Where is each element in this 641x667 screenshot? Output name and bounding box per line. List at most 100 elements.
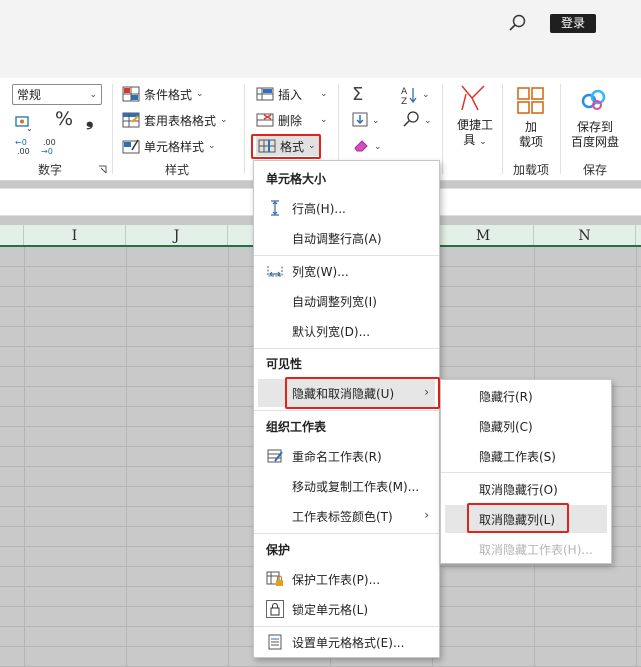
section-cell-size: 单元格大小 [266, 172, 327, 186]
chevron-down-icon: ⌄ [320, 89, 328, 99]
baidu-netdisk-icon[interactable] [580, 88, 608, 112]
addins-label-line2: 载项 [518, 135, 543, 149]
clear-button[interactable]: ⌄ [352, 136, 386, 156]
title-bar: 登录 [0, 0, 641, 78]
svg-text:⌄: ⌄ [374, 142, 382, 152]
dialog-launcher-icon[interactable] [98, 164, 108, 174]
svg-text:⌄: ⌄ [422, 90, 430, 100]
cell-styles-button[interactable]: 单元格样式 ⌄ [122, 136, 216, 156]
delete-button[interactable]: 删除 ⌄ [256, 110, 328, 130]
section-visibility: 可见性 [266, 357, 303, 371]
row-height-icon [266, 199, 284, 217]
cell-styles-label: 单元格样式 [144, 139, 205, 154]
format-button-highlight [251, 134, 321, 159]
group-label-number: 数字 [37, 163, 62, 177]
grid-line [636, 247, 637, 667]
column-header-n[interactable]: N [534, 225, 636, 245]
menu-item-format-cells[interactable]: 设置单元格格式(E)... [258, 628, 435, 656]
submenu-item-unhide-sheet: 取消隐藏工作表(H)... [445, 535, 607, 563]
chevron-right-icon: › [424, 508, 429, 522]
comma-style-button[interactable]: ❟ [86, 108, 93, 130]
menu-divider [254, 348, 439, 349]
rename-sheet-label: 重命名工作表(R) [292, 449, 382, 464]
svg-text:→0: →0 [41, 147, 53, 156]
divider [112, 84, 113, 174]
menu-item-rename-sheet[interactable]: 重命名工作表(R) [258, 442, 435, 470]
percent-button[interactable]: % [55, 108, 73, 130]
convenience-tools-icon[interactable] [458, 84, 488, 112]
search-icon[interactable] [506, 12, 530, 36]
login-button[interactable]: 登录 [550, 14, 596, 33]
number-format-select[interactable]: 常规 ⌄ [12, 84, 102, 105]
find-select-button[interactable]: ⌄ [402, 110, 436, 130]
delete-cells-icon [256, 113, 274, 127]
decrease-decimal-icon[interactable]: .00 →0 [40, 136, 62, 156]
grid-line [228, 247, 229, 667]
unhide-columns-highlight [467, 503, 569, 533]
menu-divider [441, 472, 611, 473]
fill-button[interactable]: ⌄ [352, 110, 386, 130]
sum-symbol: Σ [352, 84, 364, 105]
menu-item-autofit-column[interactable]: 自动调整列宽(I) [258, 287, 435, 315]
cell-styles-icon [122, 139, 140, 154]
sort-filter-icon: AZ ⌄ [401, 87, 430, 107]
column-header-partial[interactable] [0, 225, 24, 245]
lock-icon [266, 600, 284, 618]
menu-item-row-height[interactable]: 行高(H)... [258, 194, 435, 222]
menu-item-autofit-row[interactable]: 自动调整行高(A) [258, 224, 435, 252]
format-cells-label: 设置单元格格式(E)... [292, 635, 405, 650]
convenience-tools-button[interactable]: 便捷工 具 ⌄ [456, 118, 494, 150]
sort-filter-button[interactable]: A Z ⌄ [400, 85, 434, 107]
menu-item-protect-sheet[interactable]: 保护工作表(P)... [258, 565, 435, 593]
divider [502, 84, 503, 174]
autosum-button[interactable]: Σ [352, 84, 363, 105]
table-format-button[interactable]: 套用表格格式 ⌄ [122, 110, 228, 130]
menu-item-column-width[interactable]: 列宽(W)... [258, 257, 435, 285]
group-label-addins: 加载项 [512, 163, 549, 177]
column-header-m[interactable]: M [432, 225, 534, 245]
submenu-item-hide-columns[interactable]: 隐藏列(C) [445, 412, 607, 440]
save-to-netdisk-button[interactable]: 保存到 百度网盘 [566, 120, 624, 150]
conditional-format-button[interactable]: 条件格式 ⌄ [122, 84, 204, 104]
column-header-i[interactable]: I [24, 225, 126, 245]
conditional-format-label: 条件格式 [144, 87, 193, 102]
insert-button[interactable]: 插入 ⌄ [256, 84, 328, 104]
menu-divider [254, 626, 439, 627]
svg-text:.00: .00 [17, 147, 30, 156]
protect-sheet-label: 保护工作表(P)... [292, 572, 381, 587]
menu-divider [254, 410, 439, 411]
menu-item-move-copy-sheet[interactable]: 移动或复制工作表(M)... [258, 472, 435, 500]
unhide-rows-label: 取消隐藏行(O) [479, 482, 558, 497]
save-label-line1: 保存到 [576, 120, 613, 134]
chevron-down-icon: ⌄ [479, 137, 487, 147]
addins-button[interactable]: 加 载项 [512, 120, 550, 150]
svg-text:Z: Z [401, 97, 407, 105]
default-width-label: 默认列宽(D)... [292, 324, 371, 339]
menu-divider [254, 533, 439, 534]
svg-text:⌄: ⌄ [26, 124, 33, 132]
divider [560, 84, 561, 174]
autofit-row-label: 自动调整行高(A) [292, 231, 382, 246]
submenu-item-hide-sheet[interactable]: 隐藏工作表(S) [445, 442, 607, 470]
addins-icon[interactable] [516, 86, 546, 116]
format-cells-dialog-icon [266, 633, 284, 651]
protect-sheet-icon [266, 570, 284, 588]
chevron-down-icon: ⌄ [196, 89, 204, 99]
column-header-j[interactable]: J [126, 225, 228, 245]
hide-rows-label: 隐藏行(R) [479, 389, 533, 404]
submenu-item-unhide-rows[interactable]: 取消隐藏行(O) [445, 475, 607, 503]
menu-item-tab-color[interactable]: 工作表标签颜色(T) › [258, 502, 435, 530]
submenu-item-hide-rows[interactable]: 隐藏行(R) [445, 382, 607, 410]
hide-unhide-submenu: 隐藏行(R) 隐藏列(C) 隐藏工作表(S) 取消隐藏行(O) 取消隐藏列(L)… [440, 379, 612, 564]
addins-label-line1: 加 [524, 120, 537, 134]
svg-text:A: A [401, 87, 408, 97]
column-width-icon [266, 262, 284, 280]
fill-down-icon: ⌄ [352, 112, 380, 127]
increase-decimal-icon[interactable]: ←0.00 [14, 136, 36, 156]
hide-columns-label: 隐藏列(C) [479, 419, 533, 434]
menu-item-lock-cell[interactable]: 锁定单元格(L) [258, 595, 435, 623]
insert-label: 插入 [278, 87, 303, 102]
currency-icon[interactable]: ⌄ [14, 112, 34, 133]
menu-item-default-width[interactable]: 默认列宽(D)... [258, 317, 435, 345]
svg-text:←0: ←0 [15, 138, 27, 147]
